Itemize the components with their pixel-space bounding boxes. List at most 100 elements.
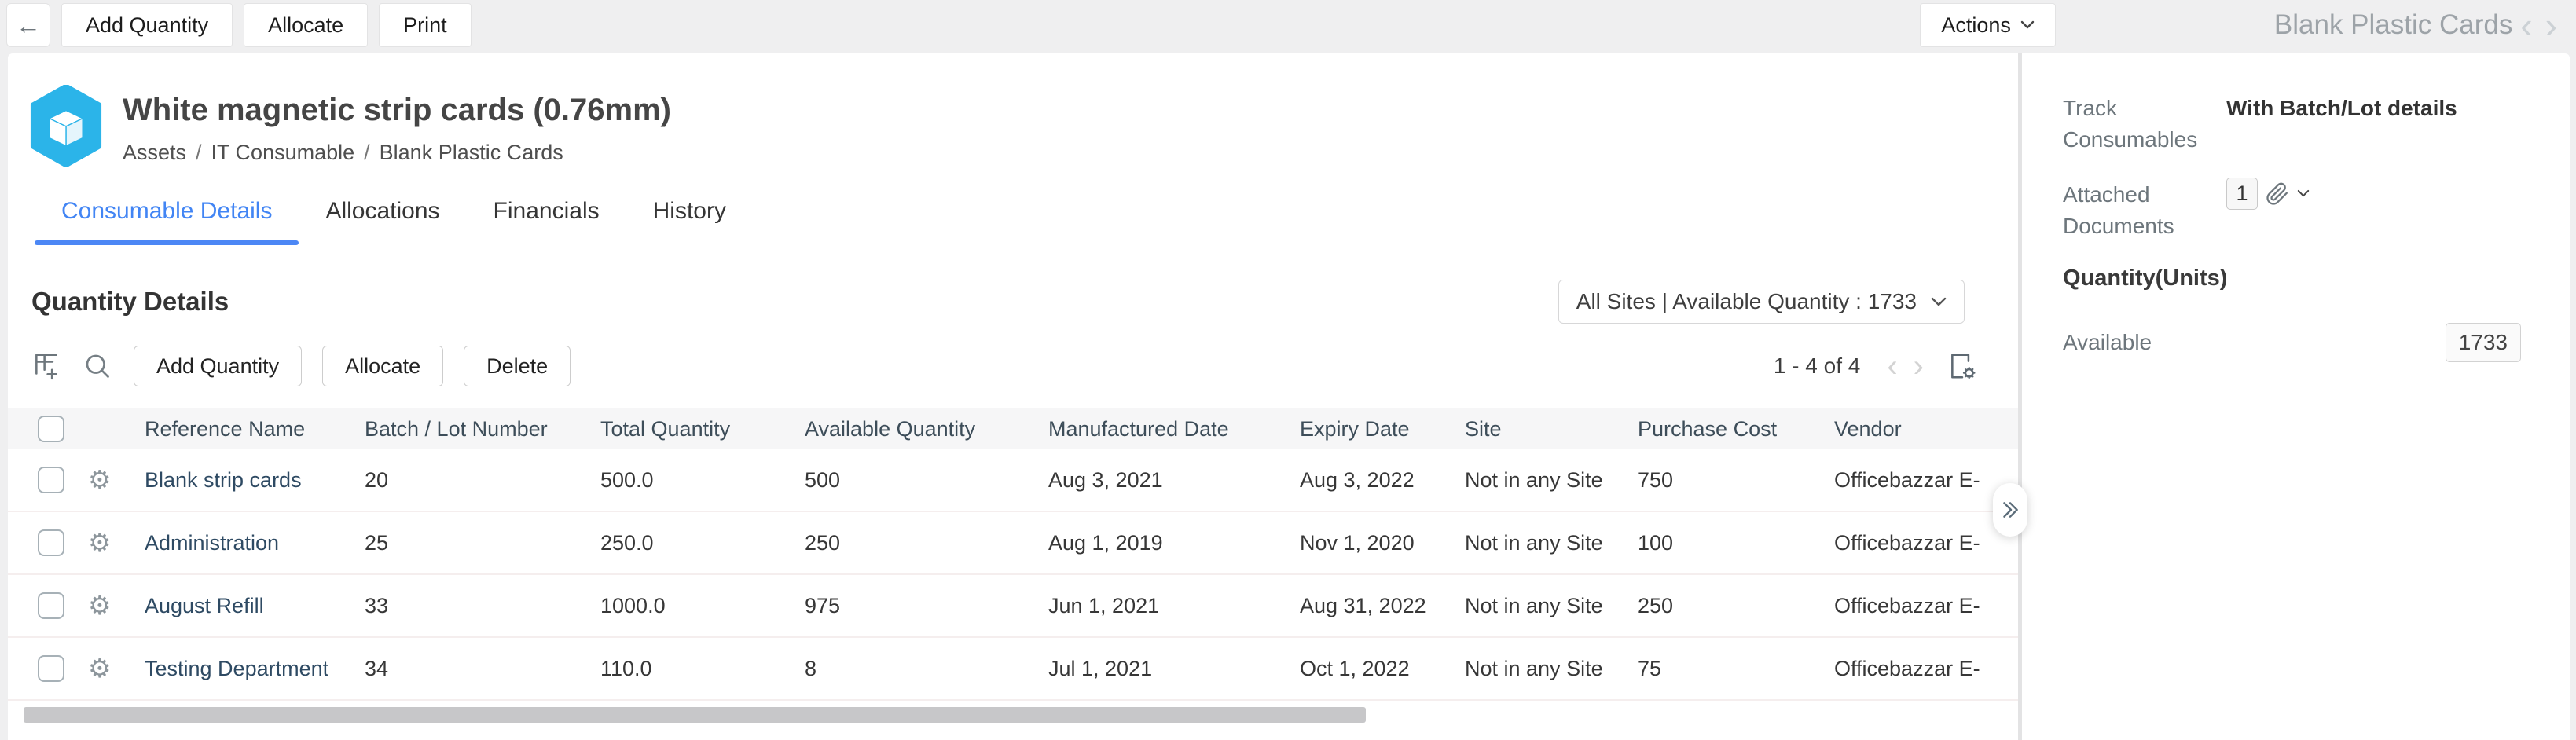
next-page-icon[interactable]: ›: [1906, 350, 1932, 382]
actions-button[interactable]: Actions: [1920, 3, 2056, 47]
table-row: ⚙August Refill331000.0975Jun 1, 2021Aug …: [8, 575, 2018, 638]
col-header-total-quantity[interactable]: Total Quantity: [591, 417, 795, 441]
cell-purchase-cost: 750: [1628, 468, 1825, 493]
previous-page-icon[interactable]: ‹: [1879, 350, 1905, 382]
column-chooser-button[interactable]: [1947, 351, 1977, 381]
cell-expiry-date: Aug 3, 2022: [1290, 468, 1455, 493]
allocate-button[interactable]: Allocate: [244, 3, 368, 47]
tab-consumable-details[interactable]: Consumable Details: [35, 187, 299, 245]
toolbar-buttons: Add Quantity Allocate Delete: [134, 346, 591, 386]
consumable-cube-icon: [30, 85, 102, 167]
print-button[interactable]: Print: [379, 3, 472, 47]
cell-available-quantity: 250: [795, 531, 1039, 555]
row-checkbox[interactable]: [38, 467, 64, 493]
gear-icon[interactable]: ⚙: [88, 467, 112, 494]
col-header-site[interactable]: Site: [1455, 417, 1628, 441]
col-header-vendor[interactable]: Vendor: [1825, 417, 2018, 441]
chevron-down-icon: [1931, 297, 1947, 307]
gear-icon[interactable]: ⚙: [88, 529, 112, 557]
cell-vendor: Officebazzar E-: [1825, 657, 2018, 681]
quantity-units-heading: Quantity(Units): [2063, 266, 2570, 291]
previous-record-icon[interactable]: ‹: [2515, 7, 2537, 43]
cell-vendor: Officebazzar E-: [1825, 531, 2018, 555]
row-checkbox-cell: [8, 467, 80, 493]
col-header-available-quantity[interactable]: Available Quantity: [795, 417, 1039, 441]
toolbar-right: 1 - 4 of 4 ‹ ›: [1774, 350, 1977, 382]
row-checkbox[interactable]: [38, 655, 64, 682]
cell-vendor: Officebazzar E-: [1825, 468, 2018, 493]
reference-name-link[interactable]: Testing Department: [135, 657, 355, 681]
cell-available-quantity: 500: [795, 468, 1039, 493]
cell-total-quantity: 250.0: [591, 531, 795, 555]
details-panel: Track Consumables With Batch/Lot details…: [2022, 53, 2570, 740]
cell-available-quantity: 8: [795, 657, 1039, 681]
table-row: ⚙Blank strip cards20500.0500Aug 3, 2021A…: [8, 449, 2018, 512]
reference-name-link[interactable]: August Refill: [135, 594, 355, 618]
chevron-down-icon[interactable]: [2297, 189, 2310, 198]
cell-manufactured-date: Aug 1, 2019: [1039, 531, 1290, 555]
paperclip-icon[interactable]: [2266, 182, 2289, 206]
row-checkbox[interactable]: [38, 529, 64, 556]
pagination-count: 1 - 4 of 4: [1774, 354, 1861, 379]
back-button[interactable]: ←: [6, 3, 50, 47]
row-checkbox[interactable]: [38, 592, 64, 619]
collapse-panel-button[interactable]: [1993, 483, 2027, 537]
content-area: White magnetic strip cards (0.76mm) Asse…: [8, 53, 2570, 740]
select-all-checkbox[interactable]: [38, 416, 64, 442]
quantity-section-head: Quantity Details All Sites | Available Q…: [31, 280, 2018, 324]
track-consumables-row: Track Consumables With Batch/Lot details: [2063, 93, 2570, 156]
list-allocate-button[interactable]: Allocate: [322, 346, 443, 386]
attached-documents-label: Attached Documents: [2063, 179, 2226, 242]
tab-allocations[interactable]: Allocations: [299, 187, 466, 245]
cell-purchase-cost: 250: [1628, 594, 1825, 618]
list-toolbar: Add Quantity Allocate Delete 1 - 4 of 4 ‹ …: [31, 346, 2018, 386]
row-checkbox-cell: [8, 655, 80, 682]
col-header-expiry-date[interactable]: Expiry Date: [1290, 417, 1455, 441]
cell-available-quantity: 975: [795, 594, 1039, 618]
tab-financials[interactable]: Financials: [467, 187, 626, 245]
search-button[interactable]: [83, 352, 112, 380]
row-gear-cell: ⚙: [80, 529, 135, 557]
cell-total-quantity: 110.0: [591, 657, 795, 681]
cell-batch-lot-number: 25: [355, 531, 591, 555]
cell-expiry-date: Oct 1, 2022: [1290, 657, 1455, 681]
site-filter-dropdown[interactable]: All Sites | Available Quantity : 1733: [1558, 280, 1965, 324]
cell-manufactured-date: Jul 1, 2021: [1039, 657, 1290, 681]
list-delete-button[interactable]: Delete: [464, 346, 571, 386]
cell-site: Not in any Site: [1455, 594, 1628, 618]
table-row: ⚙Administration25250.0250Aug 1, 2019Nov …: [8, 512, 2018, 575]
table-header-row: Reference NameBatch / Lot NumberTotal Qu…: [8, 408, 2018, 449]
add-quantity-button[interactable]: Add Quantity: [61, 3, 233, 47]
reference-name-link[interactable]: Administration: [135, 531, 355, 555]
topbar: ← Add QuantityAllocatePrint Actions Blan…: [0, 0, 2576, 50]
col-header-manufactured-date[interactable]: Manufactured Date: [1039, 417, 1290, 441]
table-row: ⚙ Testing Department34110.08Jul 1, 2021Oc…: [8, 638, 2018, 701]
available-row: Available 1733: [2063, 323, 2570, 362]
attached-documents-row: Attached Documents 1: [2063, 179, 2570, 242]
cell-site: Not in any Site: [1455, 468, 1628, 493]
breadcrumb-item-it-consumable[interactable]: IT Consumable: [211, 141, 355, 164]
cell-batch-lot-number: 34: [355, 657, 591, 681]
gear-icon[interactable]: ⚙: [88, 592, 112, 620]
breadcrumb-item-blank-plastic-cards[interactable]: Blank Plastic Cards: [380, 141, 563, 164]
reference-name-link[interactable]: Blank strip cards: [135, 468, 355, 493]
gear-icon[interactable]: ⚙: [88, 655, 112, 683]
tab-history[interactable]: History: [626, 187, 753, 245]
scrollbar-thumb[interactable]: [24, 707, 1366, 723]
list-add-quantity-button[interactable]: Add Quantity: [134, 346, 302, 386]
actions-label: Actions: [1941, 13, 2011, 38]
table-add-icon: [31, 351, 61, 381]
col-header-purchase-cost[interactable]: Purchase Cost: [1628, 417, 1825, 441]
col-header-reference-name[interactable]: Reference Name: [135, 417, 355, 441]
cell-total-quantity: 1000.0: [591, 594, 795, 618]
double-chevron-right-icon: [2000, 500, 2020, 520]
section-title: Quantity Details: [31, 287, 229, 317]
add-column-button[interactable]: [31, 351, 61, 381]
available-label: Available: [2063, 327, 2226, 358]
col-header-batch-lot-number[interactable]: Batch / Lot Number: [355, 417, 591, 441]
chevron-down-icon: [2020, 20, 2035, 30]
main-card: White magnetic strip cards (0.76mm) Asse…: [8, 53, 2018, 740]
breadcrumb-item-assets[interactable]: Assets: [123, 141, 186, 164]
cell-batch-lot-number: 20: [355, 468, 591, 493]
next-record-icon[interactable]: ›: [2541, 7, 2562, 43]
